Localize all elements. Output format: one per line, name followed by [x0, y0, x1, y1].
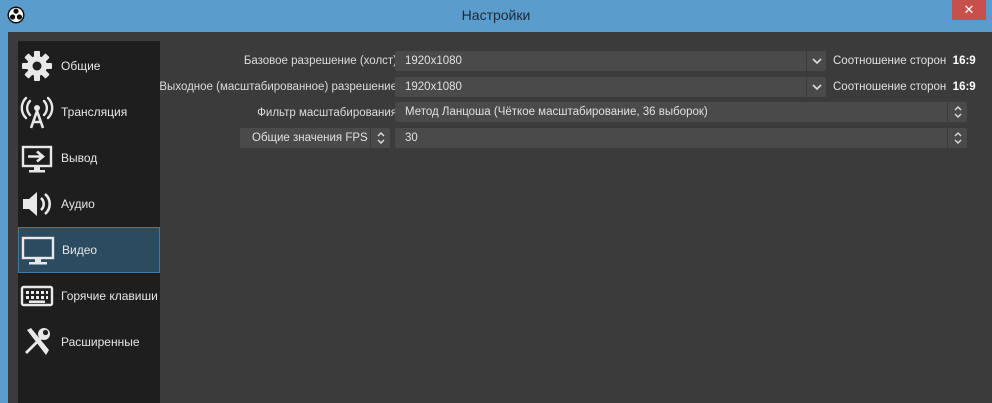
- updown-arrows-icon: [954, 132, 962, 144]
- base-aspect-value: 16:9: [949, 55, 976, 67]
- sidebar-item-label: Общие: [61, 59, 101, 73]
- base-resolution-combo[interactable]: 1920x1080: [395, 51, 826, 71]
- sidebar-item-video[interactable]: Видео: [18, 227, 160, 273]
- base-resolution-value: 1920x1080: [405, 55, 462, 67]
- close-button[interactable]: ✕: [952, 0, 986, 20]
- scale-filter-label: Фильтр масштабирования: [257, 107, 397, 119]
- output-aspect-value: 16:9: [949, 81, 976, 93]
- scale-filter-value: Метод Ланцоша (Чёткое масштабирование, 3…: [405, 106, 708, 118]
- base-resolution-label: Базовое разрешение (холст): [243, 55, 397, 67]
- sidebar-item-hotkeys[interactable]: Горячие клавиши: [18, 273, 160, 319]
- settings-sidebar: Общие Трансляция Вывод Аудио Видео Горяч…: [18, 41, 160, 403]
- speaker-icon: [23, 192, 51, 216]
- output-resolution-combo[interactable]: 1920x1080: [395, 77, 826, 97]
- sidebar-item-label: Видео: [62, 243, 98, 257]
- output-resolution-value: 1920x1080: [405, 81, 462, 93]
- chevron-down-icon: [812, 58, 822, 65]
- sidebar-item-audio[interactable]: Аудио: [18, 181, 160, 227]
- keyboard-icon: [20, 285, 54, 307]
- base-aspect-ratio: Соотношение сторон 16:9: [833, 55, 976, 67]
- sidebar-item-label: Аудио: [61, 197, 95, 211]
- scale-filter-select[interactable]: Метод Ланцоша (Чёткое масштабирование, 3…: [395, 102, 967, 122]
- sidebar-item-stream[interactable]: Трансляция: [18, 89, 160, 135]
- updown-arrows-icon: [954, 106, 962, 118]
- sidebar-item-general[interactable]: Общие: [18, 43, 160, 89]
- broadcast-icon: [20, 96, 54, 129]
- monitor-icon: [21, 236, 55, 265]
- sidebar-item-label: Вывод: [61, 151, 98, 165]
- fps-value: 30: [405, 132, 418, 144]
- sidebar-item-label: Трансляция: [61, 105, 128, 119]
- sidebar-item-advanced[interactable]: Расширенные: [18, 319, 160, 365]
- fps-value-select[interactable]: 30: [395, 128, 967, 148]
- sidebar-item-label: Расширенные: [61, 335, 140, 349]
- sidebar-item-label: Горячие клавиши: [61, 289, 158, 303]
- sidebar-item-output[interactable]: Вывод: [18, 135, 160, 181]
- title-bar: Настройки ✕: [0, 0, 992, 32]
- updown-arrows-icon: [377, 132, 385, 144]
- settings-window: Общие Трансляция Вывод Аудио Видео Горяч…: [8, 32, 992, 403]
- gear-icon: [22, 51, 52, 81]
- output-aspect-ratio: Соотношение сторон 16:9: [833, 81, 976, 93]
- output-icon: [21, 145, 53, 173]
- fps-type-select[interactable]: Общие значения FPS: [240, 128, 390, 148]
- fps-type-value: Общие значения FPS: [252, 132, 368, 144]
- tools-icon: [25, 328, 50, 355]
- chevron-down-icon: [812, 84, 822, 91]
- window-title: Настройки: [461, 7, 531, 23]
- output-resolution-label: Выходное (масштабированное) разрешение: [159, 81, 397, 93]
